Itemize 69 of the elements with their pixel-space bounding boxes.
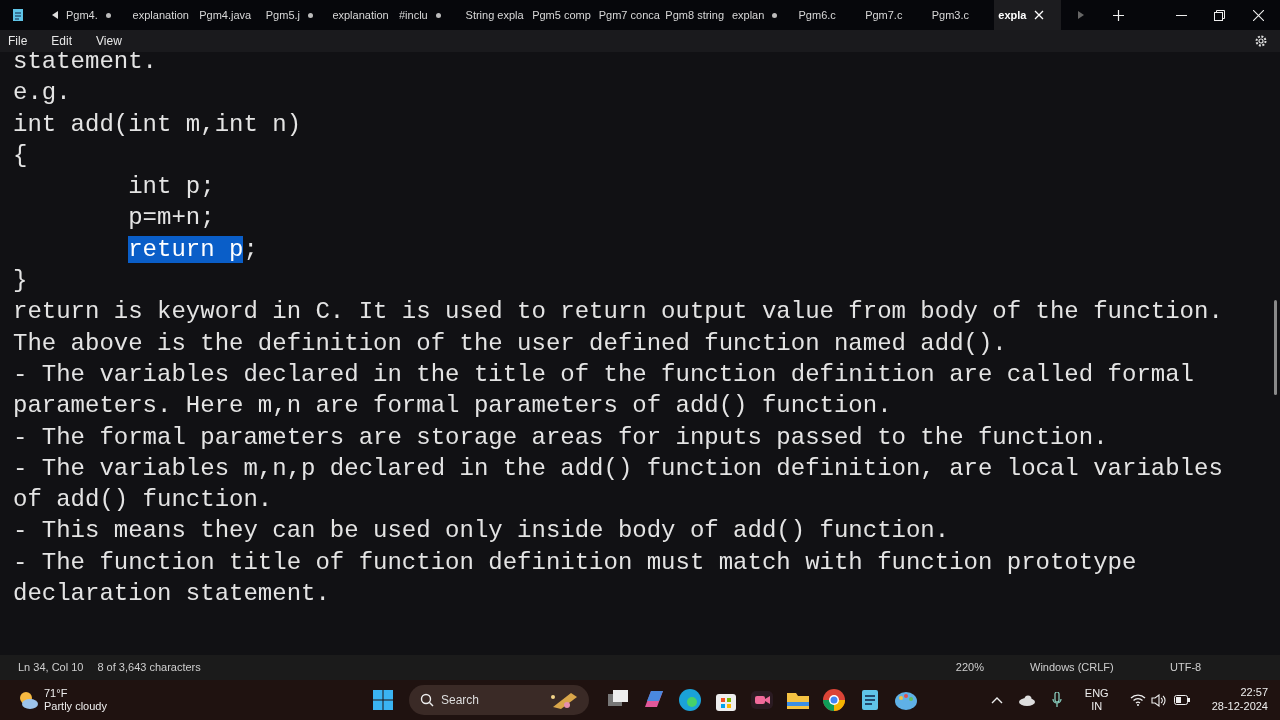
text-line: } [13,267,28,295]
text-line: int add(int m,int n) [13,110,302,138]
date: 28-12-2024 [1211,700,1268,714]
search-icon[interactable] [420,693,434,707]
file-tab[interactable]: Pgm7.c [861,0,928,30]
zoom-level[interactable]: 220% [955,659,984,676]
cursor-position: Ln 34, Col 10 [18,660,84,676]
notepad-icon [12,8,24,22]
scrollbar-thumb[interactable] [1274,300,1277,395]
chevron-up-icon[interactable] [990,696,1003,704]
text-line: The above is the definition of the user defined function named add(). [13,329,1007,357]
search-field[interactable]: Search [409,685,589,715]
text-line: { [13,141,28,169]
windows-start-icon[interactable] [373,690,393,710]
file-tab[interactable]: Pgm8 string [661,0,728,30]
restore-icon[interactable] [1214,9,1225,21]
text-line: int p; [128,173,215,201]
text-line: p=m+n; [128,204,215,232]
file-tab[interactable]: Pgm4.java [195,0,262,30]
region-code: IN [1091,700,1103,714]
file-tab[interactable]: Pgm5 comp [528,0,595,30]
text-line: of add() function. [13,486,273,514]
temperature: 71°F [44,687,69,700]
text-line: - The variables m,n,p declared in the add() function definition, are local variables [13,454,1223,482]
line-ending[interactable]: Windows (CRLF) [1030,659,1170,676]
text-line: parameters. Here m,n are formal parameters of add() function. [13,392,892,420]
edge-icon[interactable] [677,687,703,713]
file-tab[interactable]: explanation [128,0,196,30]
file-tab[interactable]: Pgm6.c [794,0,862,30]
file-tab[interactable]: #inclu [394,0,462,30]
encoding[interactable]: UTF-8 [1170,659,1280,676]
wifi-icon[interactable] [1129,694,1146,706]
text-line: - This means they can be used only inside body of add() function. [13,517,950,545]
time: 22:57 [1240,686,1268,700]
character-count: 8 of 3,643 characters [97,660,201,676]
weather-condition: Partly cloudy [44,700,107,713]
text-line: - The formal parameters are storage areas for inputs passed to the function. [13,423,1108,451]
text-line: declaration statement. [13,580,330,608]
file-tab[interactable]: Pgm3.c [927,0,995,30]
text-line: return is keyword in C. It is used to return output value from body of the function. [13,298,1223,326]
file-tab[interactable]: Pgm5.j [261,0,329,30]
text-line: statement. [13,52,158,75]
file-tab[interactable]: Pgm7 conca [594,0,662,30]
text-line: - The function title of function definition must match with function prototype [13,548,1137,576]
file-tab[interactable]: expla [994,0,1061,30]
menu-item[interactable]: View [96,32,122,50]
volume-icon[interactable] [1150,693,1167,707]
scroll-right-icon[interactable] [1076,10,1085,20]
text-line: e.g. [13,79,71,107]
selected-text: return p [128,235,244,263]
settings-icon[interactable] [1254,34,1268,48]
scroll-left-icon[interactable] [51,10,59,20]
language-code: ENG [1084,686,1109,700]
menu-item[interactable]: Edit [51,32,73,50]
clock[interactable]: 22:57 28-12-2024 [1211,686,1268,714]
language-indicator[interactable]: ENG IN [1083,686,1110,714]
cloud-icon[interactable] [1017,694,1036,706]
file-tab[interactable]: explanation [328,0,395,30]
file-tab[interactable]: Pgm4. [62,0,129,30]
new-tab-icon[interactable] [1112,9,1124,21]
close-icon[interactable] [1253,9,1264,21]
microphone-icon[interactable] [1051,692,1062,708]
menu-item[interactable]: File [8,32,28,50]
text-line: ; [243,235,258,263]
battery-icon[interactable] [1173,695,1190,705]
chrome-icon[interactable] [821,687,847,713]
text-line: - The variables declared in the title of the function definition are called formal [13,360,1194,388]
file-tab[interactable]: String expla [461,0,529,30]
file-tab[interactable]: explan [727,0,795,30]
